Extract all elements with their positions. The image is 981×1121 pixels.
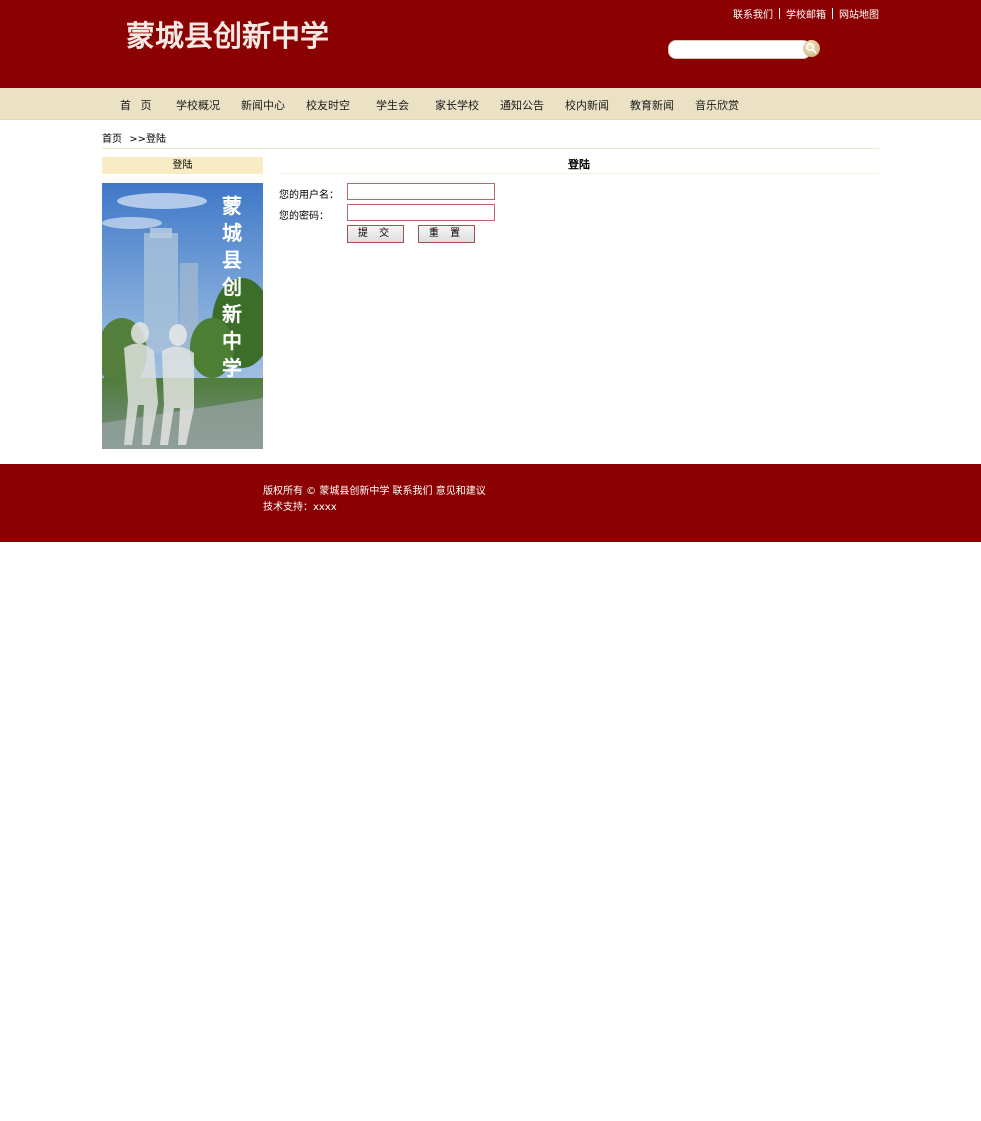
site-map-link[interactable]: 网站地图 bbox=[839, 10, 879, 21]
nav-item-student-union[interactable]: 学生会 bbox=[376, 97, 409, 113]
divider bbox=[102, 148, 879, 149]
svg-text:蒙: 蒙 bbox=[222, 194, 242, 218]
breadcrumb: 首页 >>登陆 bbox=[102, 130, 166, 145]
svg-text:创: 创 bbox=[221, 275, 242, 299]
username-label: 您的用户名： bbox=[279, 190, 339, 201]
site-footer: 版权所有 © 蒙城县创新中学 联系我们 意见和建议 技术支持：xxxx bbox=[0, 464, 981, 542]
tech-support-text: 技术支持：xxxx bbox=[263, 502, 337, 513]
divider bbox=[832, 8, 833, 19]
nav-item-education-news[interactable]: 教育新闻 bbox=[630, 97, 674, 113]
breadcrumb-home[interactable]: 首页 bbox=[102, 134, 122, 145]
svg-text:新: 新 bbox=[222, 302, 242, 326]
footer-contact-link[interactable]: 联系我们 bbox=[393, 486, 433, 497]
svg-text:县: 县 bbox=[222, 248, 242, 272]
top-links: 联系我们 学校邮箱 网站地图 bbox=[733, 6, 879, 21]
svg-text:城: 城 bbox=[222, 221, 242, 245]
contact-us-link[interactable]: 联系我们 bbox=[733, 10, 773, 21]
sidebar-title: 登陆 bbox=[102, 157, 263, 174]
password-label: 您的密码： bbox=[279, 211, 329, 222]
divider bbox=[779, 8, 780, 19]
nav-item-news-center[interactable]: 新闻中心 bbox=[241, 97, 285, 113]
main-nav: 首 页 学校概况 新闻中心 校友时空 学生会 家长学校 通知公告 校内新闻 教育… bbox=[0, 88, 981, 120]
search-button[interactable] bbox=[803, 40, 820, 57]
footer-copyright-line: 版权所有 © 蒙城县创新中学 联系我们 意见和建议 bbox=[263, 482, 486, 497]
nav-item-alumni[interactable]: 校友时空 bbox=[306, 97, 350, 113]
nav-item-school-overview[interactable]: 学校概况 bbox=[176, 97, 220, 113]
reset-button[interactable]: 重 置 bbox=[418, 225, 475, 243]
login-title: 登陆 bbox=[279, 157, 879, 174]
footer-feedback-link[interactable]: 意见和建议 bbox=[436, 486, 486, 497]
search-input[interactable] bbox=[668, 40, 811, 59]
site-logo[interactable]: 蒙城县创新中学 bbox=[126, 13, 329, 55]
nav-item-parent-school[interactable]: 家长学校 bbox=[435, 97, 479, 113]
search-icon bbox=[805, 42, 817, 54]
password-field[interactable] bbox=[347, 204, 495, 221]
copyright-text: 版权所有 © 蒙城县创新中学 bbox=[263, 486, 390, 497]
site-header: 蒙城县创新中学 联系我们 学校邮箱 网站地图 bbox=[0, 0, 981, 88]
breadcrumb-separator: >> bbox=[129, 134, 146, 145]
username-field[interactable] bbox=[347, 183, 495, 200]
nav-item-home[interactable]: 首 页 bbox=[120, 97, 155, 113]
school-banner-image: 蒙 城 县 创 新 中 学 bbox=[102, 183, 263, 449]
nav-item-notices[interactable]: 通知公告 bbox=[500, 97, 544, 113]
submit-button[interactable]: 提 交 bbox=[347, 225, 404, 243]
nav-item-campus-news[interactable]: 校内新闻 bbox=[565, 97, 609, 113]
breadcrumb-current: 登陆 bbox=[145, 134, 166, 145]
svg-text:中: 中 bbox=[222, 329, 242, 353]
school-mail-link[interactable]: 学校邮箱 bbox=[786, 10, 826, 21]
nav-item-music[interactable]: 音乐欣赏 bbox=[695, 97, 739, 113]
svg-text:学: 学 bbox=[222, 356, 242, 380]
